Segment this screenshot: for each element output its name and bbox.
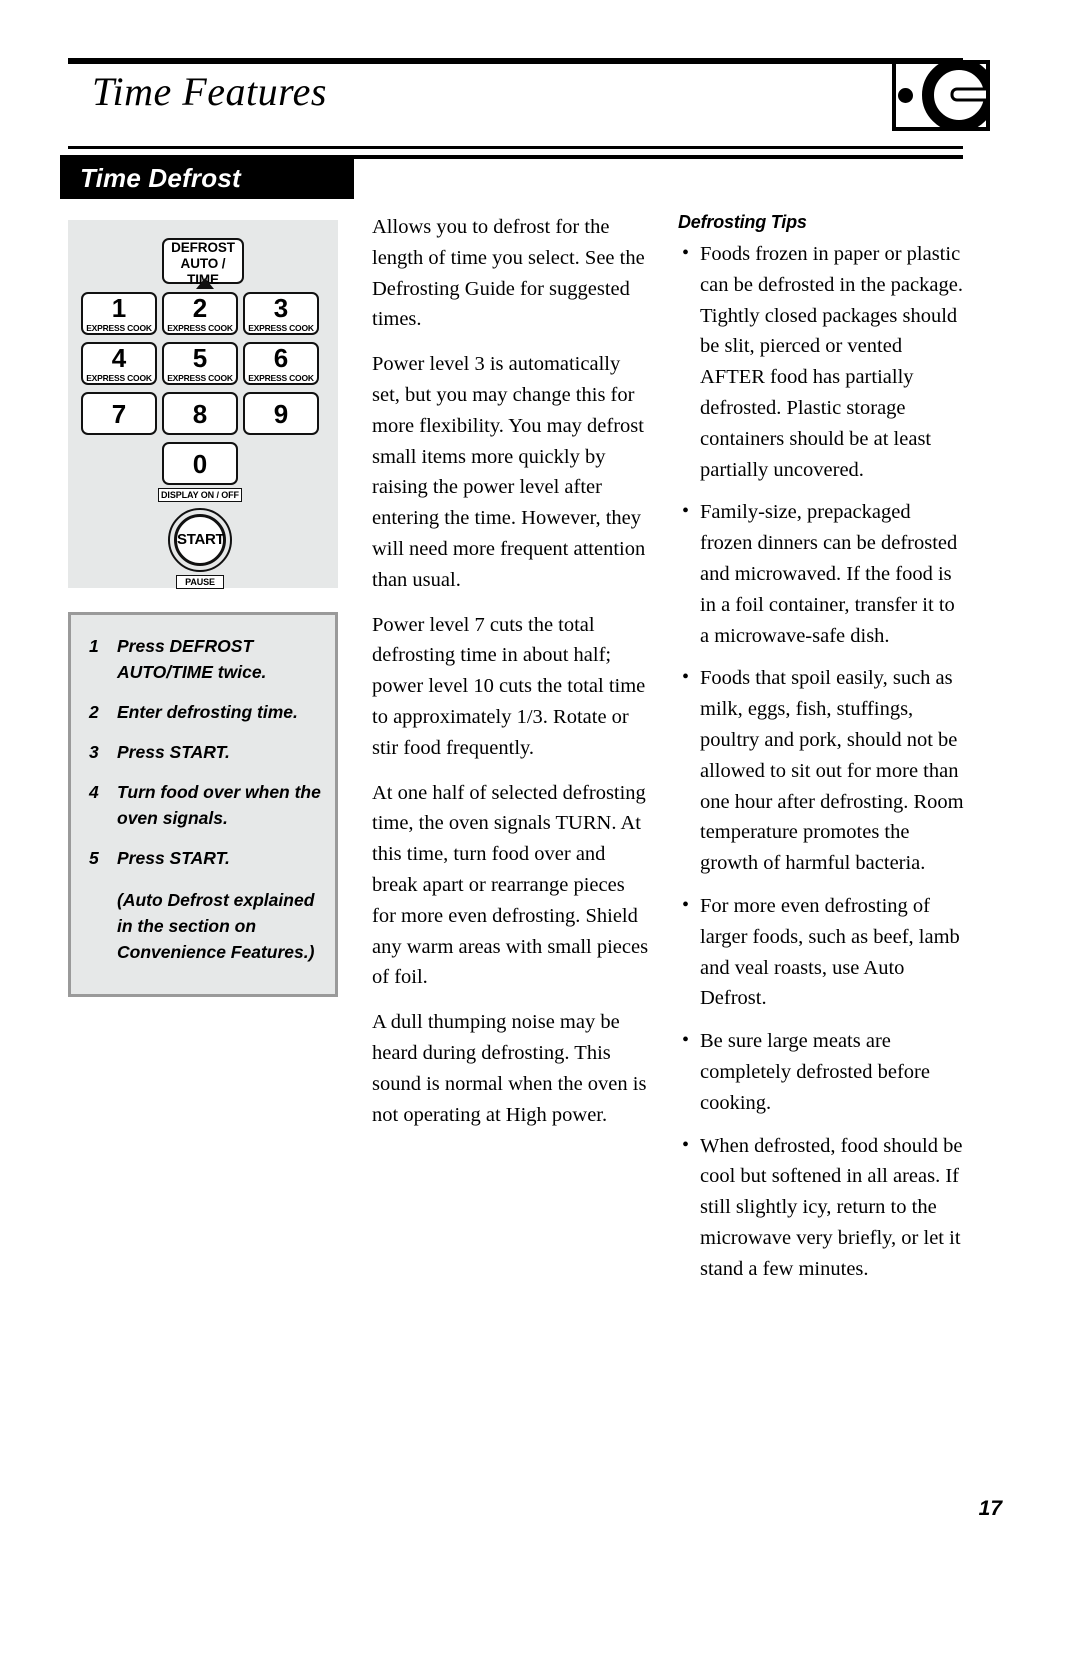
defrosting-tips-heading: Defrosting Tips bbox=[678, 212, 807, 232]
number-key-digit: 9 bbox=[273, 399, 289, 429]
header-bottom-rule bbox=[68, 146, 963, 149]
step-text: Press DEFROST AUTO/TIME twice. bbox=[117, 636, 267, 682]
defrost-key-line1: DEFROST bbox=[171, 240, 235, 255]
section-banner-rule bbox=[354, 155, 963, 159]
number-key-digit: 6 bbox=[273, 343, 289, 373]
number-key-digit: 8 bbox=[192, 399, 208, 429]
number-key-1[interactable]: 1 EXPRESS COOK bbox=[81, 292, 157, 335]
body-column-right: Defrosting Tips • Foods frozen in paper … bbox=[678, 212, 968, 1297]
start-pause-button[interactable]: START bbox=[168, 508, 232, 572]
step-number: 1 bbox=[89, 636, 99, 656]
number-key-4[interactable]: 4 EXPRESS COOK bbox=[81, 342, 157, 385]
step-number: 2 bbox=[89, 702, 99, 722]
body-paragraph: A dull thumping noise may be heard durin… bbox=[372, 1011, 647, 1126]
step-item: 5 Press START. bbox=[71, 845, 335, 871]
body-paragraph: Power level 7 cuts the total defrosting … bbox=[372, 613, 646, 759]
display-on-off-label: DISPLAY ON / OFF bbox=[158, 488, 242, 502]
tip-item: • When defrosted, food should be cool bu… bbox=[678, 1131, 968, 1285]
number-key-digit: 0 bbox=[192, 449, 208, 479]
step-number: 5 bbox=[89, 848, 99, 868]
section-banner: Time Defrost bbox=[60, 155, 354, 199]
step-item: 1 Press DEFROST AUTO/TIME twice. bbox=[71, 633, 335, 685]
number-key-digit: 4 bbox=[111, 343, 127, 373]
tip-item: • Family-size, prepackaged frozen dinner… bbox=[678, 497, 968, 651]
body-paragraph: Allows you to defrost for the length of … bbox=[372, 216, 645, 331]
document-page: Time Features Time Defrost DEFROST AUTO … bbox=[0, 0, 1080, 1669]
number-key-digit: 2 bbox=[192, 293, 208, 323]
step-item: 2 Enter defrosting time. bbox=[71, 699, 335, 725]
step-number: 4 bbox=[89, 782, 99, 802]
number-key-sublabel: EXPRESS COOK bbox=[86, 373, 152, 383]
number-key-2[interactable]: 2 EXPRESS COOK bbox=[162, 292, 238, 335]
bullet-icon: • bbox=[682, 666, 690, 689]
tip-text: Foods frozen in paper or plastic can be … bbox=[700, 243, 963, 481]
body-paragraph: At one half of selected defrosting time,… bbox=[372, 781, 649, 989]
number-key-0[interactable]: 0 bbox=[162, 442, 238, 485]
tip-text: Be sure large meats are completely defro… bbox=[700, 1030, 930, 1114]
number-key-digit: 1 bbox=[111, 293, 127, 323]
start-button-inner: START bbox=[174, 514, 226, 566]
body-paragraph: Power level 3 is automatically set, but … bbox=[372, 353, 646, 591]
number-key-9[interactable]: 9 bbox=[243, 392, 319, 435]
number-key-sublabel: EXPRESS COOK bbox=[86, 323, 152, 333]
number-key-8[interactable]: 8 bbox=[162, 392, 238, 435]
header-top-rule bbox=[68, 58, 963, 64]
number-key-7[interactable]: 7 bbox=[81, 392, 157, 435]
tip-text: When defrosted, food should be cool but … bbox=[700, 1134, 963, 1280]
number-key-digit: 7 bbox=[111, 399, 127, 429]
number-key-3[interactable]: 3 EXPRESS COOK bbox=[243, 292, 319, 335]
pause-label: PAUSE bbox=[176, 575, 224, 589]
step-text: Turn food over when the oven signals. bbox=[117, 782, 321, 828]
tip-text: For more even defrosting of larger foods… bbox=[700, 894, 960, 1010]
number-key-6[interactable]: 6 EXPRESS COOK bbox=[243, 342, 319, 385]
bullet-icon: • bbox=[682, 1029, 690, 1052]
number-key-sublabel: EXPRESS COOK bbox=[248, 373, 314, 383]
steps-note: (Auto Defrost explained in the section o… bbox=[117, 890, 315, 962]
number-key-digit: 3 bbox=[273, 293, 289, 323]
bullet-icon: • bbox=[682, 242, 690, 264]
bullet-icon: • bbox=[682, 893, 690, 916]
start-button-label: START bbox=[177, 531, 225, 548]
step-item: 3 Press START. bbox=[71, 739, 335, 765]
tip-text: Foods that spoil easily, such as milk, e… bbox=[700, 667, 964, 875]
number-key-digit: 5 bbox=[192, 343, 208, 373]
page-title: Time Features bbox=[92, 69, 327, 114]
step-text: Enter defrosting time. bbox=[117, 702, 298, 722]
page-number: 17 bbox=[978, 1497, 1002, 1520]
steps-box: 1 Press DEFROST AUTO/TIME twice. 2 Enter… bbox=[68, 612, 338, 997]
body-column-middle: Allows you to defrost for the length of … bbox=[372, 212, 650, 1144]
bullet-icon: • bbox=[682, 500, 690, 523]
keypad-illustration: DEFROST AUTO / TIME 1 EXPRESS COOK 2 EXP… bbox=[68, 220, 338, 589]
defrost-key-pointer-icon bbox=[196, 278, 214, 289]
tip-item: • Foods frozen in paper or plastic can b… bbox=[678, 239, 968, 485]
step-text: Press START. bbox=[117, 742, 230, 762]
logo-g-glyph bbox=[922, 64, 986, 127]
number-key-sublabel: EXPRESS COOK bbox=[167, 323, 233, 333]
tip-item: • Be sure large meats are completely def… bbox=[678, 1026, 968, 1118]
step-number: 3 bbox=[89, 742, 99, 762]
logo-dot bbox=[898, 88, 913, 103]
ge-monogram-logo bbox=[892, 60, 990, 131]
number-key-sublabel: EXPRESS COOK bbox=[167, 373, 233, 383]
section-banner-label: Time Defrost bbox=[80, 163, 241, 193]
step-item: 4 Turn food over when the oven signals. bbox=[71, 779, 335, 831]
number-key-sublabel: EXPRESS COOK bbox=[248, 323, 314, 333]
number-key-5[interactable]: 5 EXPRESS COOK bbox=[162, 342, 238, 385]
step-text: Press START. bbox=[117, 848, 230, 868]
tip-item: • Foods that spoil easily, such as milk,… bbox=[678, 663, 968, 879]
tip-item: • For more even defrosting of larger foo… bbox=[678, 891, 968, 1014]
tip-text: Family-size, prepackaged frozen dinners … bbox=[700, 501, 958, 647]
bullet-icon: • bbox=[682, 1133, 690, 1156]
